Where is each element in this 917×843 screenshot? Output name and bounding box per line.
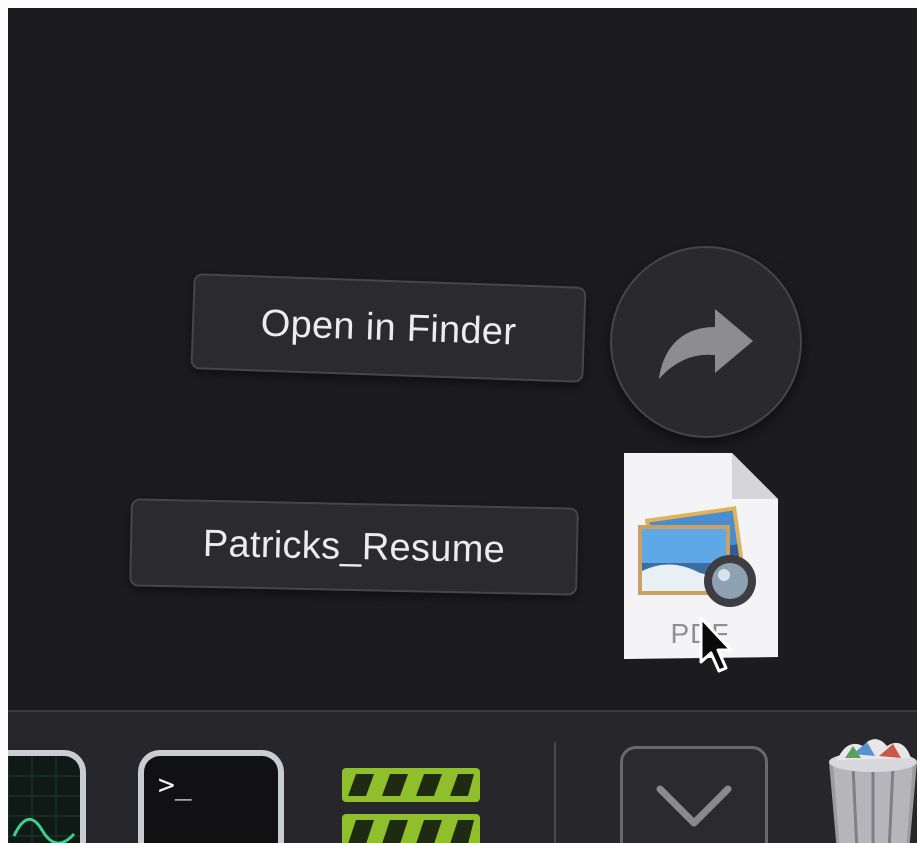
file-name-label: Patricks_Resume	[202, 522, 506, 571]
terminal-prompt: >_	[158, 768, 192, 801]
motion-app[interactable]	[340, 764, 482, 843]
file-name-label-pill: Patricks_Resume	[129, 498, 579, 596]
terminal-icon: >_	[144, 756, 278, 843]
terminal-app[interactable]: >_	[138, 750, 284, 843]
dock-separator	[554, 742, 556, 843]
activity-monitor-app[interactable]	[8, 750, 86, 843]
downloads-stack[interactable]	[620, 746, 768, 843]
share-button[interactable]	[610, 246, 802, 438]
pointer-cursor-icon	[699, 616, 733, 673]
clapperboard-icon	[342, 768, 480, 843]
chevron-down-icon	[656, 785, 732, 827]
desktop-screen: Open in Finder Patricks_Resume >_	[8, 8, 917, 843]
share-arrow-icon	[659, 309, 753, 379]
open-in-finder-label: Open in Finder	[260, 302, 517, 353]
activity-monitor-icon	[8, 756, 80, 843]
trash-icon	[829, 739, 917, 843]
dock: >_	[8, 710, 917, 843]
trash-app[interactable]	[823, 732, 917, 843]
open-in-finder-button[interactable]: Open in Finder	[190, 273, 587, 383]
